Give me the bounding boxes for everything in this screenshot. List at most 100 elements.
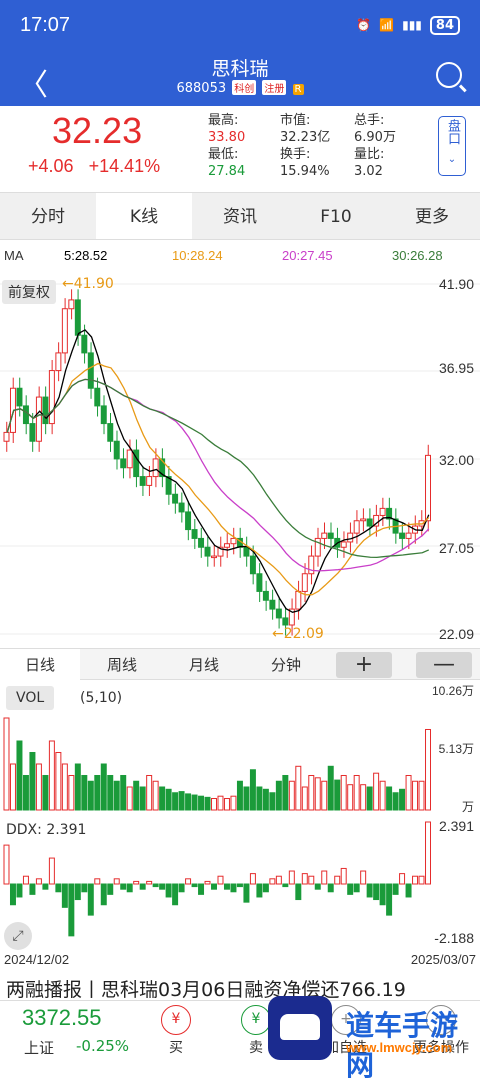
- candle: [185, 511, 192, 531]
- volume-bar: [236, 780, 243, 811]
- stock-code-row: 688053 科创 注册 R: [0, 80, 480, 96]
- tab-f10[interactable]: F10: [288, 193, 384, 239]
- volume-bar: [113, 780, 120, 811]
- ddx-bar: [243, 883, 250, 903]
- ddx-bar: [418, 875, 425, 885]
- period-weekly[interactable]: 周线: [82, 649, 162, 681]
- adjust-button[interactable]: 前复权: [2, 280, 56, 304]
- index-value[interactable]: 3372.55: [22, 1005, 102, 1031]
- volume-bar: [126, 786, 133, 811]
- volume-bar: [120, 774, 127, 811]
- volume-bar: [42, 774, 49, 811]
- ddx-bar: [236, 883, 243, 888]
- zhuce-badge: 注册: [262, 80, 287, 95]
- volume-bar: [94, 774, 101, 811]
- candle: [269, 599, 276, 610]
- change-percent: +14.41%: [88, 156, 161, 176]
- ddx-bar: [308, 875, 315, 885]
- index-change: -0.25%: [76, 1037, 130, 1055]
- volume-bar: [172, 792, 179, 811]
- volume-bar: [152, 780, 159, 811]
- end-date: 2025/03/07: [410, 952, 476, 967]
- ddx-bar: [159, 883, 166, 890]
- news-ticker[interactable]: 两融播报丨思科瑞03月06日融资净偿还766.19: [0, 975, 480, 1003]
- volume-bar: [340, 774, 347, 811]
- status-icons: ⏰ 📶 ▮▮▮ 84: [356, 15, 460, 35]
- tab-kline[interactable]: K线: [96, 193, 192, 239]
- volume-bar: [295, 765, 302, 811]
- volume-bar: [386, 786, 393, 811]
- ddx-bar: [35, 878, 42, 885]
- status-bar: 17:07 ⏰ 📶 ▮▮▮ 84: [0, 0, 480, 50]
- vol-indicator-button[interactable]: VOL: [6, 686, 55, 710]
- candle: [211, 555, 218, 559]
- ddx-bar: [16, 883, 23, 898]
- tab-timeshare[interactable]: 分时: [0, 193, 96, 239]
- period-bar: 日线 周线 月线 分钟 + —: [0, 648, 480, 681]
- candle: [29, 423, 36, 442]
- kline-chart[interactable]: [0, 270, 480, 648]
- turnover-value: 15.94%: [280, 164, 330, 179]
- ddx-label: DDX: 2.391: [6, 822, 87, 838]
- ddx-min-label: -2.188: [434, 930, 474, 946]
- candle: [256, 573, 263, 592]
- ddx-bar: [68, 883, 75, 937]
- candle: [275, 608, 282, 619]
- volume-bar: [107, 774, 114, 811]
- candle: [282, 617, 289, 626]
- price-change: +4.06 +14.41%: [28, 156, 160, 177]
- volume-bar: [223, 797, 230, 811]
- pankou-button[interactable]: 盘口 ⌄: [438, 116, 466, 176]
- buy-label: 买: [169, 1040, 183, 1056]
- zoom-out-button[interactable]: —: [416, 652, 472, 678]
- stock-code: 688053: [176, 81, 227, 96]
- tab-bar: 分时 K线 资讯 F10 更多: [0, 192, 480, 240]
- ddx-bar: [386, 883, 393, 916]
- volume-chart[interactable]: [0, 682, 480, 814]
- tab-news[interactable]: 资讯: [192, 193, 288, 239]
- ddx-bar: [42, 883, 49, 890]
- kechuang-badge: 科创: [232, 80, 257, 95]
- ddx-bar: [126, 883, 133, 893]
- period-minute[interactable]: 分钟: [246, 649, 326, 681]
- tab-more[interactable]: 更多: [384, 193, 480, 239]
- ma-label: MA: [4, 248, 24, 263]
- zoom-in-button[interactable]: +: [336, 652, 392, 678]
- volume-bar: [87, 780, 94, 811]
- volume-bar: [55, 751, 62, 811]
- volume-bar: [48, 740, 55, 811]
- ma10-line: [6, 362, 430, 596]
- candle: [126, 449, 133, 469]
- ddx-bar: [405, 883, 412, 898]
- period-monthly[interactable]: 月线: [164, 649, 244, 681]
- volume-bar: [275, 780, 282, 811]
- ddx-bar: [94, 878, 101, 885]
- ddx-bar: [282, 883, 289, 888]
- candle: [399, 532, 406, 539]
- period-daily[interactable]: 日线: [0, 649, 80, 681]
- vol-mid-label: 5.13万: [438, 742, 474, 756]
- ddx-bar: [87, 883, 94, 916]
- expand-icon[interactable]: ⤢: [4, 922, 32, 950]
- quote-col-1: 最高: 33.80 最低: 27.84: [208, 112, 245, 180]
- ma20-value: 20:27.45: [282, 248, 333, 263]
- candle: [262, 590, 269, 601]
- candle: [146, 476, 153, 486]
- stock-name: 思科瑞: [211, 59, 269, 80]
- ddx-bar: [165, 883, 172, 898]
- search-icon[interactable]: [436, 62, 462, 88]
- volume-bar: [133, 780, 140, 811]
- ddx-bar: [230, 883, 237, 893]
- buy-button[interactable]: ¥ 买: [146, 1005, 206, 1057]
- candle: [347, 532, 354, 543]
- candle: [3, 431, 10, 442]
- y-tick-3: 32.00: [438, 452, 474, 468]
- candle: [16, 387, 23, 407]
- ma10-value: 10:28.24: [172, 248, 223, 263]
- vol-unit-label: 万: [461, 800, 474, 814]
- candle: [178, 502, 185, 513]
- volume-bar: [321, 780, 328, 811]
- candle: [379, 507, 386, 516]
- watermark-logo: [268, 996, 332, 1060]
- current-price: 32.23: [52, 110, 143, 151]
